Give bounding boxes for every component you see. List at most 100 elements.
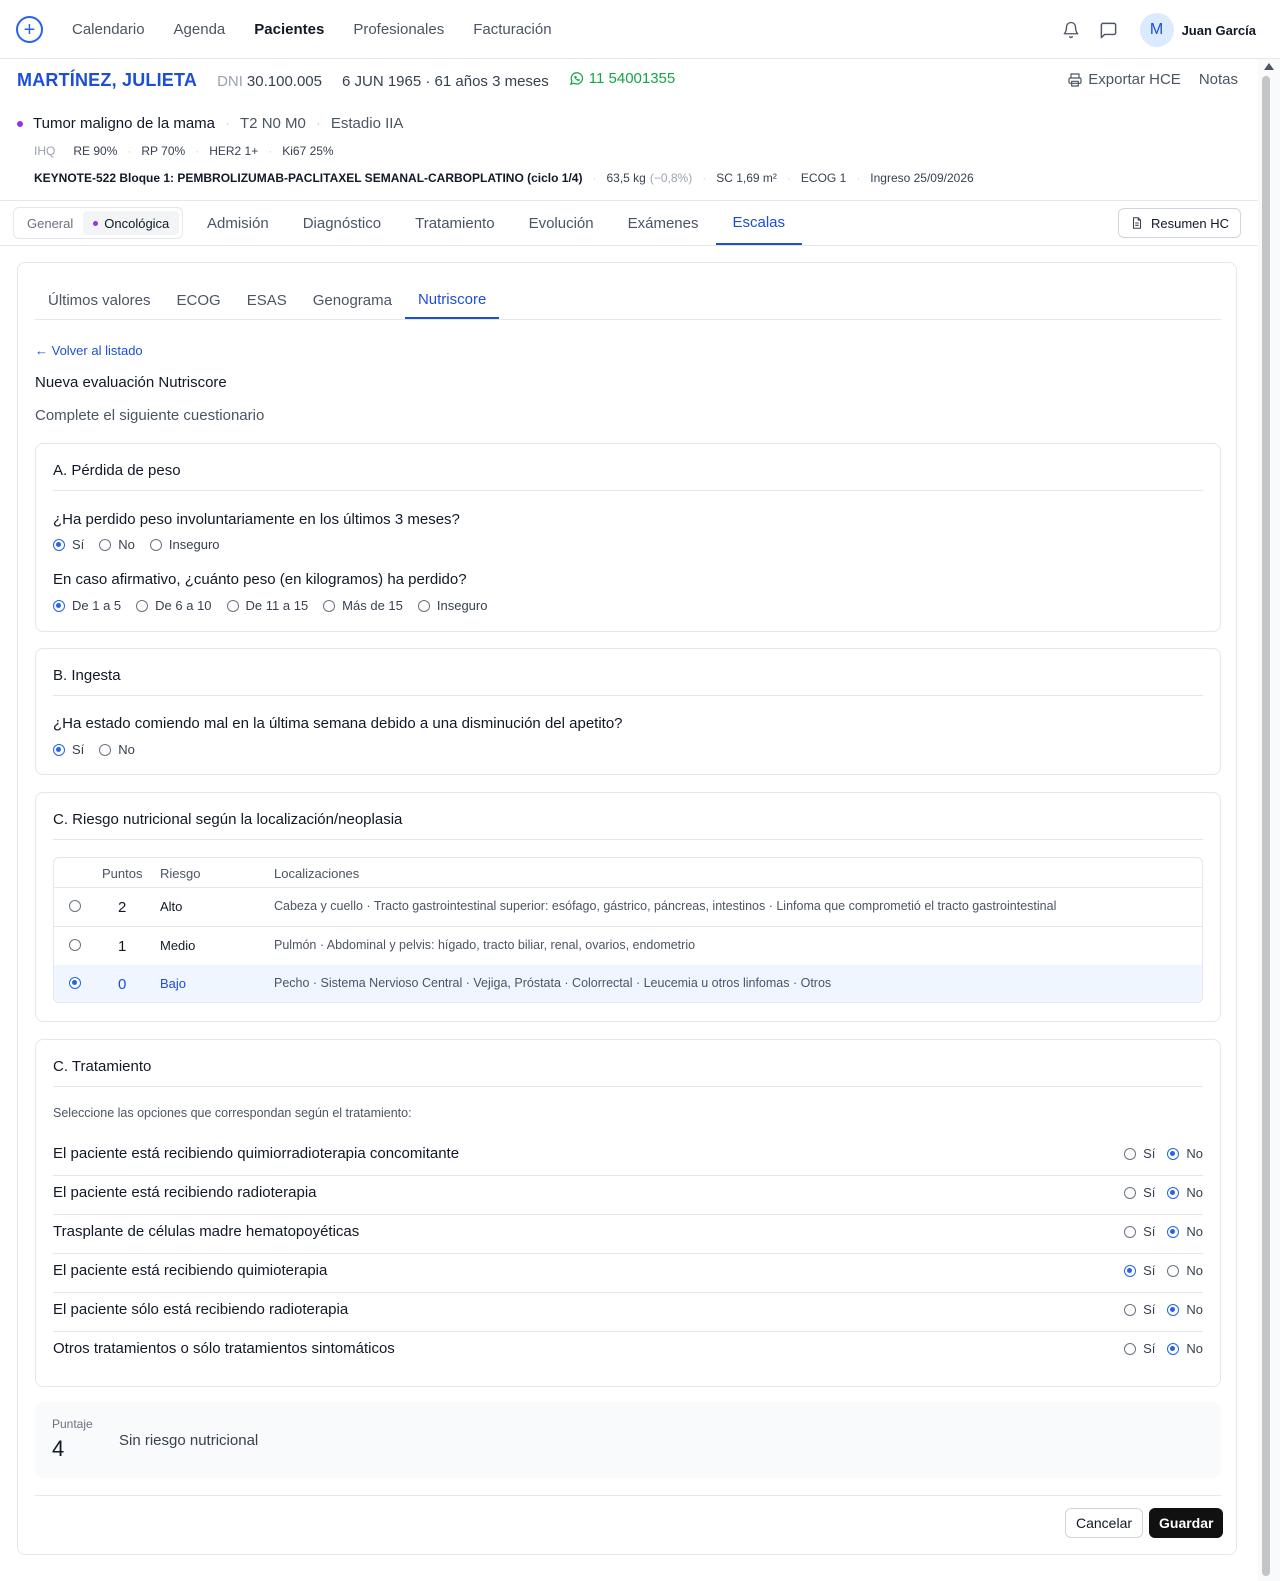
- export-hce-button[interactable]: Exportar HCE: [1067, 71, 1181, 88]
- nav-facturacion[interactable]: Facturación: [473, 21, 551, 38]
- radio-selected[interactable]: [1124, 1264, 1137, 1277]
- resumen-hc-button[interactable]: Resumen HC: [1117, 208, 1241, 238]
- radio-selected[interactable]: [1167, 1342, 1180, 1355]
- option-si[interactable]: Sí: [1124, 1224, 1155, 1239]
- radio[interactable]: [1124, 1303, 1137, 1316]
- option-no[interactable]: No: [1167, 1302, 1203, 1317]
- risk-row-medio[interactable]: 1 Medio Pulmón · Abdominal y pelvis: híg…: [54, 927, 1202, 966]
- save-button[interactable]: Guardar: [1149, 1508, 1224, 1538]
- nav-right: M Juan García: [1060, 12, 1256, 48]
- radio[interactable]: [1124, 1186, 1137, 1199]
- radio[interactable]: [323, 599, 336, 612]
- option-no[interactable]: No: [1167, 1185, 1203, 1200]
- radio[interactable]: [69, 939, 81, 951]
- risk-level: Medio: [160, 938, 196, 953]
- tab-admision[interactable]: Admisión: [190, 201, 286, 245]
- option-no[interactable]: No: [99, 742, 135, 757]
- radio[interactable]: [1167, 1264, 1180, 1277]
- option-si[interactable]: Sí: [1124, 1146, 1155, 1161]
- radio[interactable]: [136, 599, 149, 612]
- cancel-button[interactable]: Cancelar: [1065, 1508, 1144, 1538]
- user-name[interactable]: Juan García: [1182, 23, 1256, 38]
- nav-agenda[interactable]: Agenda: [174, 21, 226, 38]
- radio[interactable]: [1124, 1225, 1137, 1238]
- nav-calendario[interactable]: Calendario: [72, 21, 145, 38]
- option-inseguro[interactable]: Inseguro: [149, 537, 220, 552]
- tab-escalas[interactable]: Escalas: [715, 201, 803, 245]
- scroll-thumb[interactable]: [1262, 76, 1270, 1576]
- radio-selected[interactable]: [53, 599, 65, 612]
- option-si[interactable]: Sí: [1124, 1302, 1155, 1317]
- tab-esas[interactable]: ESAS: [234, 281, 300, 319]
- option-label: Más de 15: [342, 598, 403, 613]
- option-no[interactable]: No: [99, 537, 135, 552]
- option-si[interactable]: Sí: [1124, 1185, 1155, 1200]
- option-si[interactable]: Sí: [1124, 1263, 1155, 1278]
- radio[interactable]: [69, 900, 81, 912]
- document-icon: [1132, 217, 1141, 229]
- tab-nutriscore[interactable]: Nutriscore: [404, 281, 500, 319]
- ihq-rp: RP 70%: [141, 144, 186, 158]
- radio[interactable]: [226, 599, 239, 612]
- scroll-up-arrow-icon[interactable]: [1264, 63, 1274, 70]
- option-label: Sí: [1143, 1302, 1156, 1317]
- ihq-her2: HER2 1+: [209, 144, 259, 158]
- weight: 63,5 kg: [606, 171, 646, 185]
- bell-icon[interactable]: [1060, 19, 1082, 41]
- radio[interactable]: [1124, 1342, 1137, 1355]
- option-label: No: [118, 742, 135, 757]
- context-general[interactable]: General: [17, 211, 83, 235]
- option-label: Sí: [72, 742, 85, 757]
- scrollbar[interactable]: [1258, 59, 1280, 1581]
- radio[interactable]: [417, 599, 430, 612]
- tab-ecog[interactable]: ECOG: [164, 281, 234, 319]
- radio-selected[interactable]: [53, 538, 65, 551]
- radio-selected[interactable]: [1167, 1225, 1180, 1238]
- radio-selected[interactable]: [1167, 1186, 1180, 1199]
- tab-tratamiento[interactable]: Tratamiento: [398, 201, 511, 245]
- tab-ultimos-valores[interactable]: Últimos valores: [35, 281, 164, 319]
- section-treatment: C. Tratamiento Seleccione las opciones q…: [35, 1039, 1221, 1387]
- option-6-10[interactable]: De 6 a 10: [136, 598, 212, 613]
- tab-genograma[interactable]: Genograma: [300, 281, 405, 319]
- section-title: C. Tratamiento: [53, 1058, 152, 1075]
- option-no[interactable]: No: [1167, 1146, 1203, 1161]
- option-si[interactable]: Sí: [53, 742, 84, 757]
- radio[interactable]: [99, 743, 112, 756]
- option-11-15[interactable]: De 11 a 15: [226, 598, 308, 613]
- back-to-list-link[interactable]: ← Volver al listado: [35, 343, 143, 358]
- radio-selected[interactable]: [69, 977, 81, 989]
- radio[interactable]: [99, 538, 112, 551]
- option-inseguro[interactable]: Inseguro: [417, 598, 487, 613]
- tab-evolucion[interactable]: Evolución: [512, 201, 611, 245]
- radio-selected[interactable]: [1167, 1147, 1180, 1160]
- tab-diagnostico[interactable]: Diagnóstico: [286, 201, 398, 245]
- points: 0: [118, 976, 127, 993]
- option-si[interactable]: Sí: [53, 537, 84, 552]
- treatment-row: El paciente está recibiendo quimioterapi…: [53, 1254, 1203, 1293]
- option-1-5[interactable]: De 1 a 5: [53, 598, 121, 613]
- option-no[interactable]: No: [1167, 1224, 1203, 1239]
- radio[interactable]: [1124, 1147, 1137, 1160]
- avatar[interactable]: M: [1139, 13, 1174, 47]
- radio-selected[interactable]: [53, 743, 65, 756]
- message-icon[interactable]: [1098, 19, 1120, 41]
- radio-selected[interactable]: [1167, 1303, 1180, 1316]
- option-label: De 1 a 5: [72, 598, 122, 613]
- option-no[interactable]: No: [1167, 1341, 1203, 1356]
- risk-row-bajo[interactable]: 0 Bajo Pecho · Sistema Nervioso Central …: [54, 965, 1202, 1002]
- option-si[interactable]: Sí: [1124, 1341, 1155, 1356]
- option-mas-15[interactable]: Más de 15: [323, 598, 403, 613]
- add-icon[interactable]: +: [16, 16, 43, 43]
- weight-amount-options: De 1 a 5 De 6 a 10 De 11 a 15 Más de 15 …: [53, 598, 502, 613]
- notes-button[interactable]: Notas: [1199, 71, 1238, 88]
- treatment-label: El paciente está recibiendo radioterapia: [53, 1184, 317, 1201]
- radio[interactable]: [149, 538, 162, 551]
- option-no[interactable]: No: [1167, 1263, 1203, 1278]
- risk-row-alto[interactable]: 2 Alto Cabeza y cuello · Tracto gastroin…: [54, 888, 1202, 927]
- phone-link[interactable]: 11 54001355: [569, 70, 675, 87]
- nav-pacientes[interactable]: Pacientes: [254, 21, 324, 38]
- nav-profesionales[interactable]: Profesionales: [353, 21, 444, 38]
- tab-examenes[interactable]: Exámenes: [611, 201, 716, 245]
- context-oncologica[interactable]: Oncológica: [83, 211, 180, 235]
